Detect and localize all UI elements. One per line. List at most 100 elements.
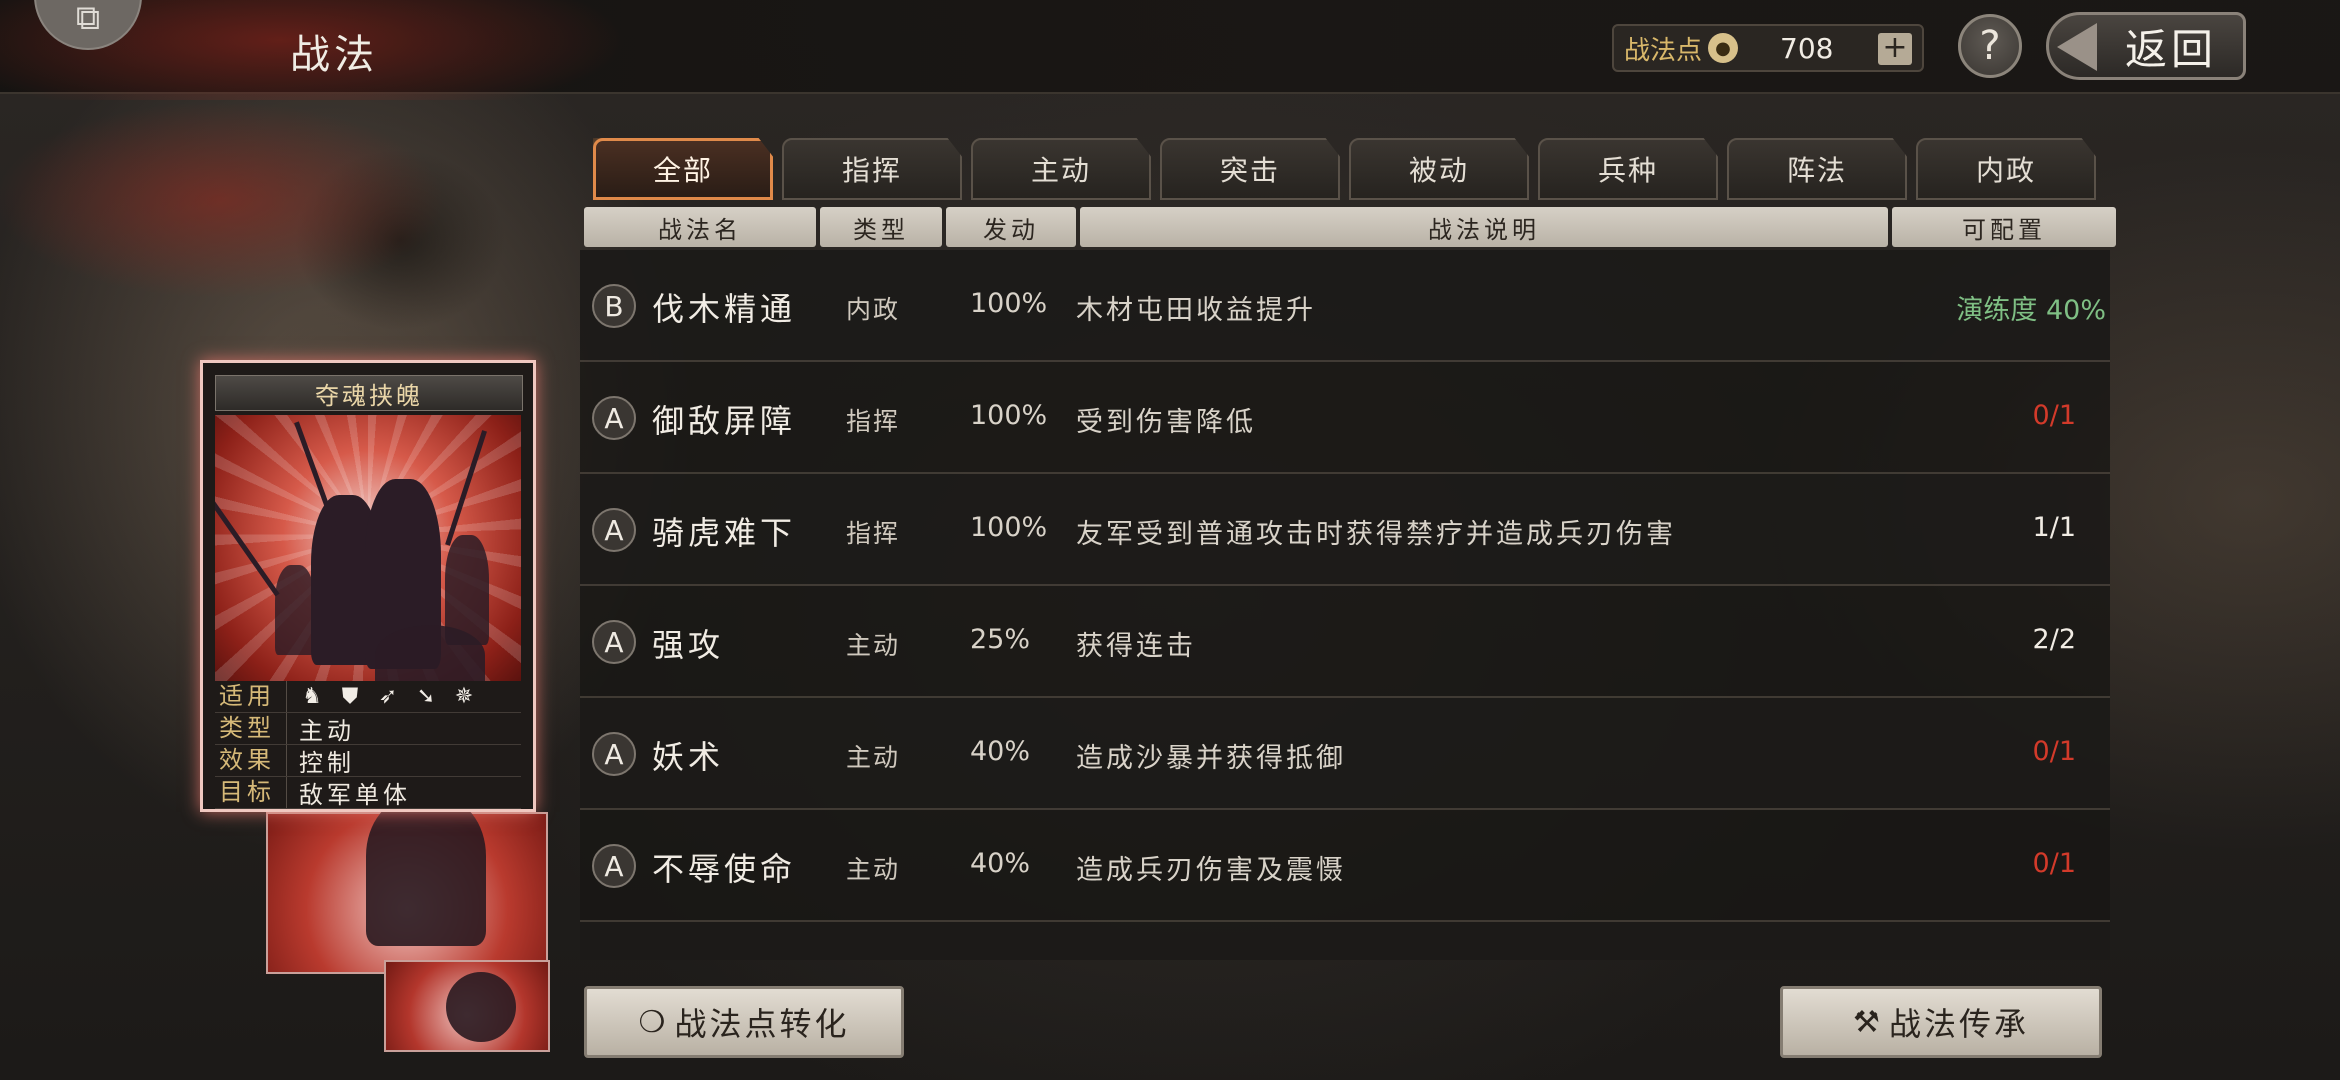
tactic-rate: 100% (970, 400, 1048, 431)
table-row[interactable]: A 御敌屏障 指挥 100% 受到伤害降低 0/1 (580, 362, 2110, 474)
table-row[interactable] (580, 922, 2110, 960)
tactic-name: 御敌屏障 (652, 402, 797, 440)
points-label: 战法点 (1624, 35, 1703, 66)
effect-value: 控制 (299, 749, 355, 777)
tactic-name: 不辱使命 (652, 850, 797, 888)
unit-icons: ♞ ⛊ ➶ ➘ ✵ (287, 684, 477, 710)
tactic-config: 0/1 (2032, 736, 2076, 767)
convert-label: 战法点转化 (674, 1005, 850, 1043)
tab-command[interactable]: 指挥 (782, 138, 962, 200)
card-info: 适用 ♞ ⛊ ➶ ➘ ✵ 类型 主动 效果 控制 目标 敌军单体 (215, 681, 521, 809)
tactic-desc: 获得连击 (1076, 631, 1196, 662)
back-label: 返回 (2124, 24, 2217, 74)
tactic-type: 主动 (846, 631, 901, 660)
tab-assault[interactable]: 突击 (1160, 138, 1340, 200)
stacked-card[interactable] (384, 960, 550, 1052)
grade-badge: A (592, 396, 636, 440)
tactic-rate: 100% (970, 512, 1048, 543)
inherit-tactic-button[interactable]: ⚒ 战法传承 (1780, 986, 2102, 1058)
convert-points-button[interactable]: ❍ 战法点转化 (584, 986, 904, 1058)
target-label: 目标 (215, 777, 287, 808)
tab-all[interactable]: 全部 (593, 138, 773, 200)
tactic-points-box: 战法点 ● 708 + (1612, 24, 1924, 72)
tab-active[interactable]: 主动 (971, 138, 1151, 200)
card-silhouette (366, 796, 486, 946)
effect-label: 效果 (215, 745, 287, 776)
table-row[interactable]: B 伐木精通 内政 100% 木材屯田收益提升 演练度 40% (580, 250, 2110, 362)
back-button[interactable]: 返回 (2046, 12, 2246, 80)
portrait-glow (0, 80, 620, 340)
tactic-name: 强攻 (652, 626, 725, 664)
tactic-type: 指挥 (846, 407, 901, 436)
tactic-config: 0/1 (2032, 400, 2076, 431)
grade-badge: A (592, 844, 636, 888)
shield-icon: ⛊ (341, 683, 359, 709)
bow-icon: ➶ (378, 683, 398, 709)
tactic-name: 骑虎难下 (652, 514, 797, 552)
page-title: 战法 (290, 32, 378, 78)
target-row: 目标 敌军单体 (215, 777, 521, 809)
table-row[interactable]: A 强攻 主动 25% 获得连击 2/2 (580, 586, 2110, 698)
apply-row: 适用 ♞ ⛊ ➶ ➘ ✵ (215, 681, 521, 713)
column-header-rate[interactable]: 发动 (946, 207, 1076, 247)
tactic-rate: 100% (970, 288, 1048, 319)
type-label: 类型 (215, 713, 287, 744)
grade-badge: A (592, 508, 636, 552)
tab-formation[interactable]: 阵法 (1727, 138, 1907, 200)
add-points-button[interactable]: + (1878, 33, 1912, 65)
cavalry-icon: ♞ (302, 683, 322, 709)
tactic-config: 2/2 (2032, 624, 2076, 655)
back-arrow-icon (2057, 23, 2097, 71)
wheel-icon: ✵ (454, 683, 474, 709)
tactic-desc: 造成沙暴并获得抵御 (1076, 743, 1346, 774)
stacked-card[interactable] (266, 796, 548, 974)
tactics-list[interactable]: B 伐木精通 内政 100% 木材屯田收益提升 演练度 40% A 御敌屏障 指… (580, 250, 2110, 960)
tactic-rate: 40% (970, 848, 1031, 879)
tactic-desc: 友军受到普通攻击时获得禁疗并造成兵刃伤害 (1076, 519, 1676, 550)
points-value: 708 (1780, 31, 1834, 65)
spear-icon: ➘ (416, 683, 436, 709)
tactic-type: 主动 (846, 743, 901, 772)
table-row[interactable]: A 骑虎难下 指挥 100% 友军受到普通攻击时获得禁疗并造成兵刃伤害 1/1 (580, 474, 2110, 586)
help-button[interactable]: ? (1958, 14, 2022, 78)
warrior-silhouette (375, 625, 485, 681)
table-row[interactable]: A 不辱使命 主动 40% 造成兵刃伤害及震慑 0/1 (580, 810, 2110, 922)
coin-icon: ❍ (638, 1004, 669, 1040)
type-row: 类型 主动 (215, 713, 521, 745)
hammer-icon: ⚒ (1853, 1004, 1883, 1040)
spear-silhouette (215, 495, 280, 597)
tab-passive[interactable]: 被动 (1349, 138, 1529, 200)
tactic-config: 1/1 (2032, 512, 2076, 543)
table-row[interactable]: A 妖术 主动 40% 造成沙暴并获得抵御 0/1 (580, 698, 2110, 810)
tactic-type: 主动 (846, 855, 901, 884)
tactic-type: 内政 (846, 295, 901, 324)
warrior-silhouette (275, 565, 315, 655)
grade-badge: A (592, 732, 636, 776)
column-header-name[interactable]: 战法名 (584, 207, 816, 247)
card-artwork (215, 415, 521, 681)
tactic-rate: 40% (970, 736, 1031, 767)
tactic-desc: 木材屯田收益提升 (1076, 295, 1316, 326)
tactic-rate: 25% (970, 624, 1031, 655)
grade-badge: A (592, 620, 636, 664)
coin-icon: ● (1708, 33, 1739, 63)
effect-row: 效果 控制 (215, 745, 521, 777)
apply-label: 适用 (215, 681, 287, 712)
tactic-desc: 受到伤害降低 (1076, 407, 1256, 438)
tactic-config: 0/1 (2032, 848, 2076, 879)
type-value: 主动 (299, 717, 355, 745)
tactic-name: 妖术 (652, 738, 725, 776)
target-value: 敌军单体 (299, 781, 411, 809)
tab-internal[interactable]: 内政 (1916, 138, 2096, 200)
grade-badge: B (592, 284, 636, 328)
column-header-config[interactable]: 可配置 (1892, 207, 2116, 247)
card-title: 夺魂挟魄 (215, 375, 523, 411)
column-header-desc: 战法说明 (1080, 207, 1888, 247)
spear-silhouette (445, 430, 487, 546)
column-header-type[interactable]: 类型 (820, 207, 942, 247)
card-silhouette (446, 972, 516, 1042)
selected-tactic-card[interactable]: 夺魂挟魄 适用 ♞ ⛊ ➶ ➘ ✵ 类型 主动 效果 控制 目标 敌军单体 (200, 360, 536, 812)
tactic-desc: 造成兵刃伤害及震慑 (1076, 855, 1346, 886)
tab-troop[interactable]: 兵种 (1538, 138, 1718, 200)
inherit-label: 战法传承 (1888, 1005, 2029, 1043)
